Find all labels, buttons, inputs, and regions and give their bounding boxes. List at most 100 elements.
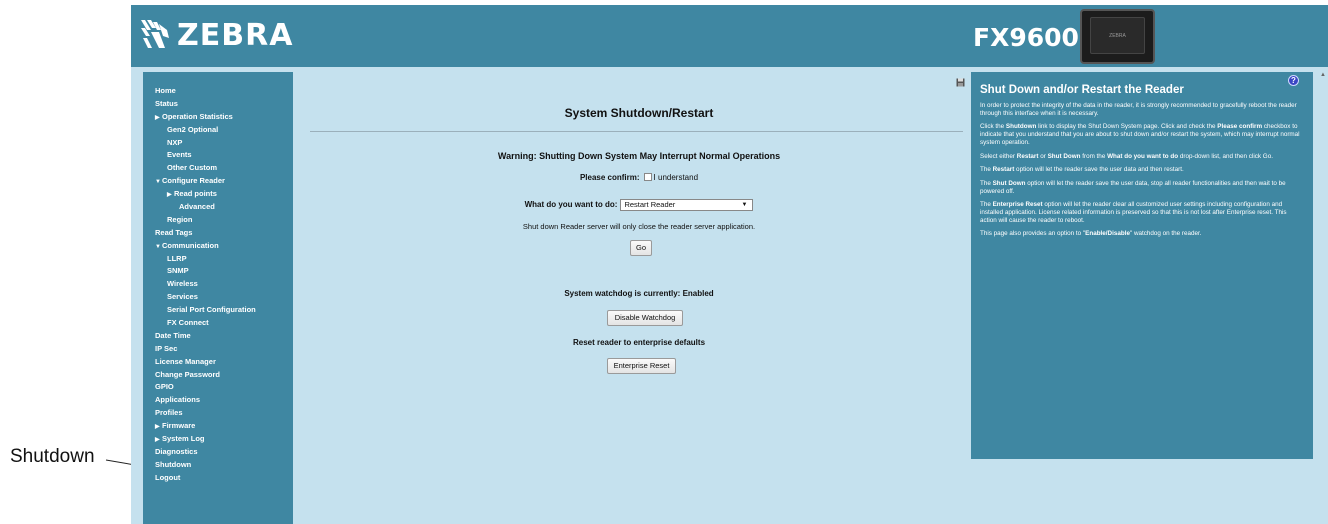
sidebar-item-label: SNMP: [167, 266, 189, 276]
sidebar-item-label: FX Connect: [167, 318, 209, 328]
sidebar-item-date-time[interactable]: Date Time: [143, 330, 293, 343]
sidebar-nav: Home Status ▶ Operation Statistics Gen2 Opti…: [143, 72, 293, 524]
go-button[interactable]: Go: [630, 240, 652, 256]
sidebar-item-label: Applications: [155, 395, 201, 405]
sidebar-item-label: Read points: [174, 189, 217, 199]
action-row: What do you want to do: Restart Reader ▼: [309, 199, 969, 211]
help-paragraph: Select either Restart or Shut Down from …: [980, 152, 1273, 160]
sidebar-item-label: Services: [167, 292, 198, 302]
sidebar-item-region[interactable]: Region: [143, 214, 293, 227]
sidebar-item-read-points[interactable]: ▶ Read points: [143, 188, 293, 201]
sidebar-item-events[interactable]: Events: [143, 149, 293, 162]
action-select[interactable]: Restart Reader ▼: [620, 199, 754, 211]
confirm-checkbox-label[interactable]: I understand: [654, 173, 698, 182]
sidebar-item-label: Region: [167, 214, 193, 224]
sidebar-item-llrp[interactable]: LLRP: [143, 253, 293, 266]
sidebar-item-label: Operation Statistics: [162, 111, 233, 121]
sidebar-item-home[interactable]: Home: [143, 85, 293, 98]
sidebar-item-serial-port-configuration[interactable]: Serial Port Configuration: [143, 304, 293, 317]
warning-text: Warning: Shutting Down System May Interr…: [497, 151, 781, 161]
sidebar-item-firmware[interactable]: ▶ Firmware: [143, 420, 293, 433]
sidebar-item-label: NXP: [167, 137, 183, 147]
sidebar-item-system-log[interactable]: ▶ System Log: [143, 433, 293, 446]
sidebar-item-services[interactable]: Services: [143, 291, 293, 304]
help-title: Shut Down and/or Restart the Reader: [980, 84, 1184, 96]
device-image: ZEBRA: [1080, 9, 1155, 64]
zebra-logo: ZEBRA: [139, 15, 293, 55]
sidebar-item-label: Advanced: [179, 202, 215, 212]
sidebar-item-label: Profiles: [155, 408, 183, 418]
caret-right-icon: ▶: [155, 114, 160, 121]
sidebar-item-label: Diagnostics: [155, 446, 198, 456]
confirm-row: Please confirm: I understand: [309, 173, 969, 182]
disable-watchdog-button[interactable]: Disable Watchdog: [607, 310, 683, 326]
zebra-head-icon: [141, 20, 169, 48]
sidebar-item-label: GPIO: [155, 382, 174, 392]
shutdown-note: Shut down Reader server will only close …: [522, 222, 756, 231]
help-paragraph: The Shut Down option will let the reader…: [980, 179, 1286, 195]
reader-web-console: ZEBRA FX9600 ZEBRA Home Status ▶ Operation …: [131, 5, 1328, 524]
confirm-checkbox[interactable]: [643, 173, 652, 181]
sidebar-item-label: Firmware: [162, 421, 196, 431]
sidebar-item-gen2-optional[interactable]: Gen2 Optional: [143, 124, 293, 137]
sidebar-item-label: Status: [155, 98, 178, 108]
sidebar-item-gpio[interactable]: GPIO: [143, 381, 293, 394]
help-paragraph: This page also provides an option to "En…: [980, 230, 1202, 238]
watchdog-status: System watchdog is currently: Enabled: [564, 289, 714, 298]
action-label: What do you want to do:: [524, 200, 618, 210]
sidebar-item-shutdown[interactable]: Shutdown: [143, 459, 293, 472]
sidebar-item-fx-connect[interactable]: FX Connect: [143, 317, 293, 330]
callout-line: [105, 459, 148, 468]
sidebar-item-status[interactable]: Status: [143, 98, 293, 111]
sidebar-item-applications[interactable]: Applications: [143, 394, 293, 407]
caret-right-icon: ▶: [167, 192, 172, 199]
page-title: System Shutdown/Restart: [564, 106, 714, 120]
help-panel: ? Shut Down and/or Restart the Reader In…: [971, 72, 1313, 459]
save-icon[interactable]: [956, 78, 965, 87]
sidebar-item-label: Other Custom: [167, 163, 218, 173]
sidebar-item-label: License Manager: [155, 356, 216, 366]
sidebar-item-label: Wireless: [167, 279, 198, 289]
sidebar-item-wireless[interactable]: Wireless: [143, 278, 293, 291]
sidebar-item-advanced[interactable]: Advanced: [143, 201, 293, 214]
sidebar-item-operation-statistics[interactable]: ▶ Operation Statistics: [143, 111, 293, 124]
brand-name: ZEBRA: [177, 17, 294, 53]
scrollbar-up-arrow[interactable]: ▲: [1320, 72, 1326, 78]
help-paragraph: The Restart option will let the reader s…: [980, 166, 1184, 174]
sidebar-item-label: System Log: [162, 434, 205, 444]
model-name: FX9600: [973, 23, 1079, 52]
help-paragraph: Click the Shutdown link to display the S…: [980, 123, 1300, 146]
sidebar-item-ip-sec[interactable]: IP Sec: [143, 343, 293, 356]
shutdown-callout: Shutdown: [0, 440, 150, 480]
sidebar-item-profiles[interactable]: Profiles: [143, 407, 293, 420]
sidebar-item-label: Serial Port Configuration: [167, 305, 256, 315]
sidebar-item-label: Date Time: [155, 330, 191, 340]
help-paragraph: In order to protect the integrity of the…: [980, 102, 1297, 117]
sidebar-item-label: Shutdown: [155, 459, 192, 469]
sidebar-item-label: LLRP: [167, 253, 187, 263]
enterprise-reset-button[interactable]: Enterprise Reset: [607, 358, 676, 374]
sidebar-item-read-tags[interactable]: Read Tags: [143, 227, 293, 240]
sidebar-item-other-custom[interactable]: Other Custom: [143, 162, 293, 175]
sidebar-item-nxp[interactable]: NXP: [143, 137, 293, 150]
sidebar-item-label: IP Sec: [155, 343, 178, 353]
sidebar-item-snmp[interactable]: SNMP: [143, 265, 293, 278]
device-label: ZEBRA: [1109, 33, 1126, 39]
sidebar-item-label: Logout: [155, 472, 181, 482]
confirm-label: Please confirm:: [579, 173, 640, 182]
chevron-down-icon: ▼: [741, 202, 748, 208]
sidebar-item-configure-reader[interactable]: ▼Configure Reader: [143, 175, 293, 188]
sidebar-item-label: Configure Reader: [162, 176, 225, 186]
sidebar-item-license-manager[interactable]: License Manager: [143, 356, 293, 369]
sidebar-item-label: Communication: [162, 240, 219, 250]
sidebar-item-diagnostics[interactable]: Diagnostics: [143, 446, 293, 459]
help-icon[interactable]: ?: [1288, 75, 1299, 86]
caret-down-icon: ▼: [155, 179, 161, 186]
sidebar-item-change-password[interactable]: Change Password: [143, 369, 293, 382]
sidebar-item-logout[interactable]: Logout: [143, 472, 293, 485]
sidebar-item-communication[interactable]: ▼Communication: [143, 240, 293, 253]
sidebar-item-label: Home: [155, 86, 176, 95]
sidebar-item-label: Read Tags: [155, 227, 193, 237]
sidebar-item-label: Events: [167, 150, 192, 160]
help-paragraph: The Enterprise Reset option will let the…: [980, 201, 1287, 224]
